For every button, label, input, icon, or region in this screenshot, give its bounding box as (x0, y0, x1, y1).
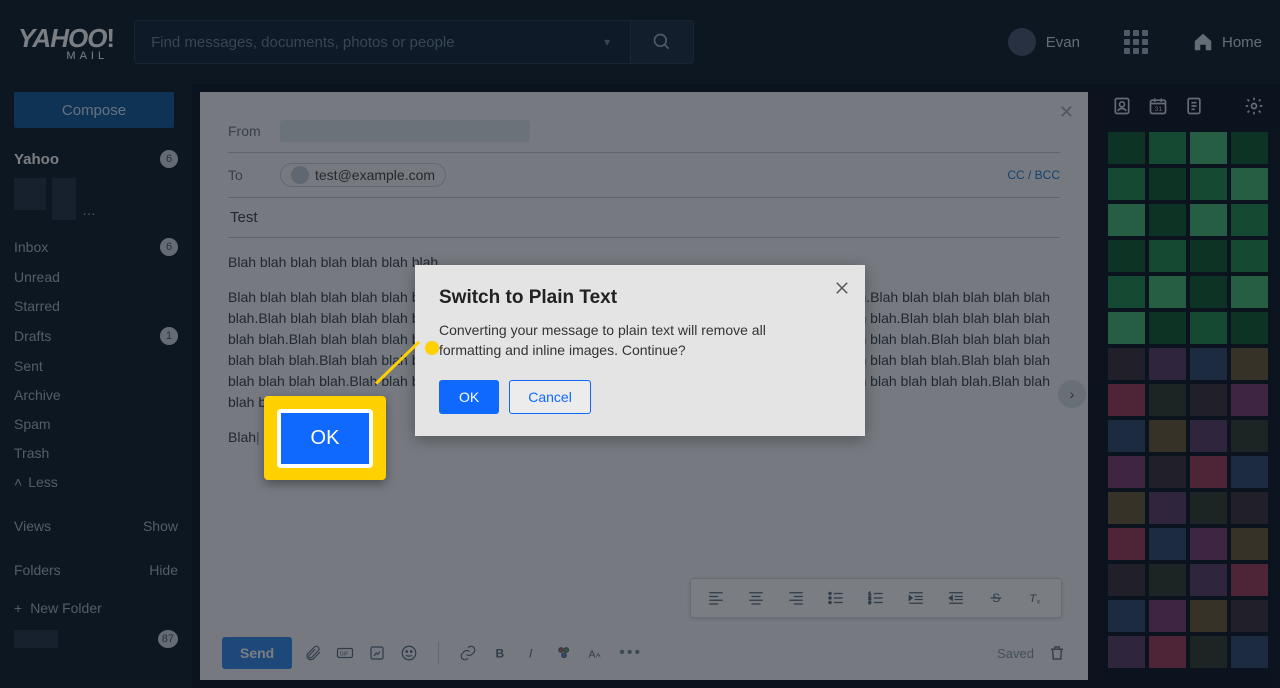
instruction-callout: OK (264, 396, 386, 480)
close-icon[interactable] (833, 279, 851, 302)
modal-message: Converting your message to plain text wi… (439, 321, 809, 360)
modal-title: Switch to Plain Text (439, 287, 841, 309)
callout-anchor-dot (425, 341, 439, 355)
plain-text-modal: Switch to Plain Text Converting your mes… (415, 265, 865, 436)
cancel-button[interactable]: Cancel (509, 380, 591, 414)
ok-button[interactable]: OK (439, 380, 499, 414)
callout-label: OK (277, 409, 374, 468)
